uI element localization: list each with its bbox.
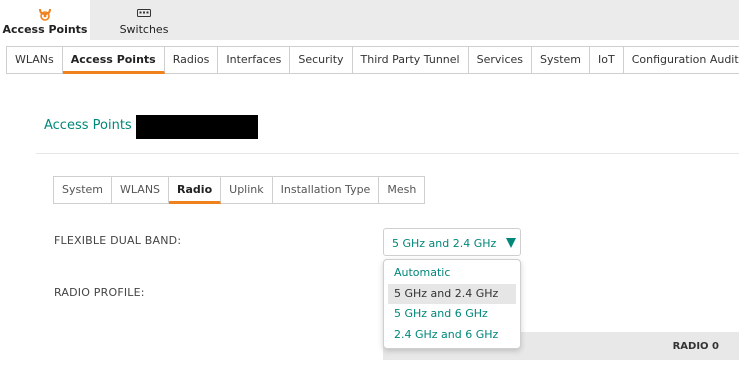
tab-switches[interactable]: Switches	[100, 0, 188, 40]
nav-tab-wlans[interactable]: WLANs	[6, 46, 63, 74]
option-5ghz-6ghz[interactable]: 5 GHz and 6 GHz	[388, 304, 516, 325]
breadcrumb-root[interactable]: Access Points	[44, 118, 132, 133]
nav-tab-system[interactable]: System	[532, 46, 591, 74]
select-value: 5 GHz and 2.4 GHz	[392, 237, 497, 250]
nav-tab-iot[interactable]: IoT	[590, 46, 624, 74]
nav-tab-services[interactable]: Services	[468, 46, 532, 74]
sub-tab-installation-type[interactable]: Installation Type	[272, 176, 380, 204]
option-2-4ghz-6ghz[interactable]: 2.4 GHz and 6 GHz	[388, 325, 516, 346]
config-nav-tabs: WLANs Access Points Radios Interfaces Se…	[6, 46, 739, 74]
sub-tab-wlans[interactable]: WLANS	[112, 176, 170, 204]
tab-access-points[interactable]: Access Points	[0, 0, 90, 40]
sub-tab-uplink[interactable]: Uplink	[221, 176, 273, 204]
option-5ghz-2-4ghz[interactable]: 5 GHz and 2.4 GHz	[388, 283, 516, 304]
flexible-dual-band-dropdown: Automatic 5 GHz and 2.4 GHz 5 GHz and 6 …	[383, 259, 521, 349]
nav-tab-security[interactable]: Security	[290, 46, 353, 74]
dropdown-arrow-icon[interactable]	[506, 238, 516, 248]
top-bar: Access Points Switches	[0, 0, 739, 40]
radio-0-header: RADIO 0	[672, 341, 719, 352]
sub-tab-system[interactable]: System	[53, 176, 113, 204]
switch-icon	[137, 8, 151, 21]
access-point-icon	[38, 8, 52, 24]
radio-profile-label: RADIO PROFILE:	[54, 286, 145, 299]
nav-tab-interfaces[interactable]: Interfaces	[218, 46, 291, 74]
nav-tab-access-points[interactable]: Access Points	[62, 46, 165, 74]
sub-tab-mesh[interactable]: Mesh	[379, 176, 426, 204]
nav-tab-configuration-audit[interactable]: Configuration Audit	[623, 46, 739, 74]
nav-tab-third-party-tunnel[interactable]: Third Party Tunnel	[352, 46, 469, 74]
option-automatic[interactable]: Automatic	[388, 263, 516, 284]
sub-tab-radio[interactable]: Radio	[169, 176, 222, 204]
redacted-ap-name	[136, 115, 258, 139]
nav-tab-radios[interactable]: Radios	[164, 46, 219, 74]
tab-label: Switches	[119, 23, 169, 36]
section-divider	[36, 153, 739, 154]
flexible-dual-band-label: FLEXIBLE DUAL BAND:	[54, 234, 182, 247]
tab-label: Access Points	[2, 23, 88, 36]
ap-sub-tabs: System WLANS Radio Uplink Installation T…	[53, 176, 426, 204]
breadcrumb: Access Points /	[44, 118, 140, 133]
flexible-dual-band-select[interactable]: 5 GHz and 2.4 GHz	[383, 228, 521, 256]
